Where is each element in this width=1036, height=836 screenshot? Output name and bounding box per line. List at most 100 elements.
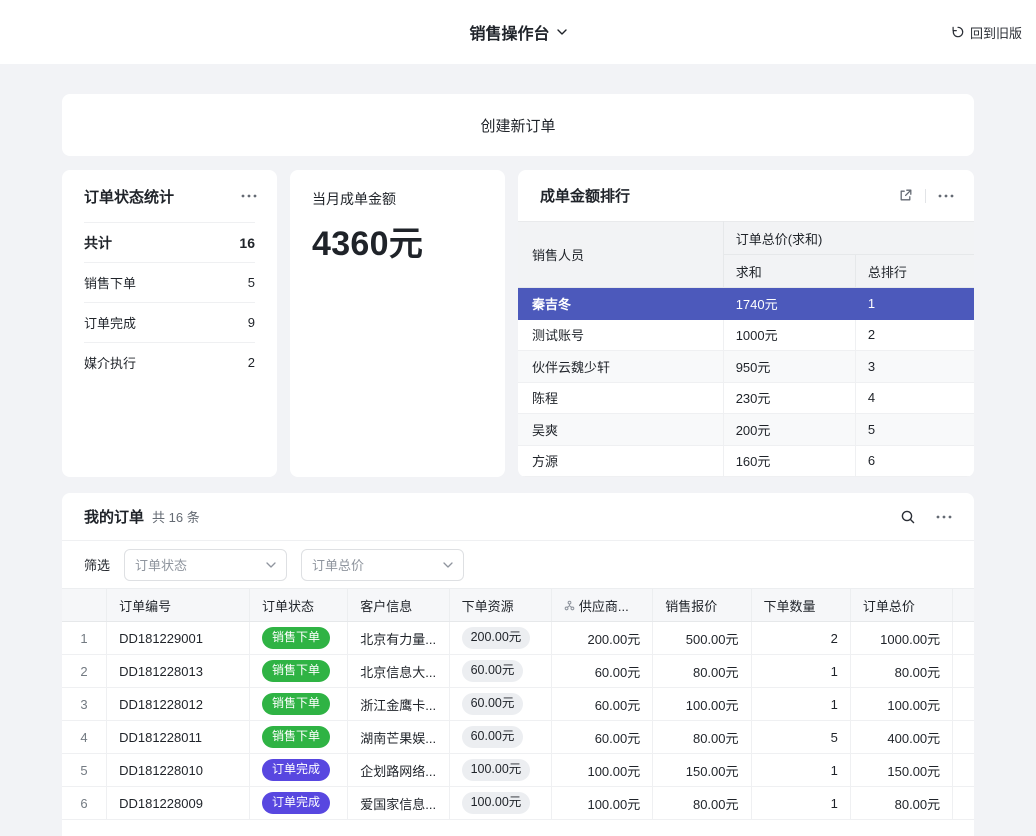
ranking-row: 陈程 230元 4	[518, 382, 974, 414]
status-row-media-execute[interactable]: 媒介执行 2	[84, 342, 255, 382]
my-orders-card: 我的订单 共 16 条 筛选 订单状态 订单总价	[62, 493, 974, 836]
salesperson-name: 陈程	[518, 382, 723, 414]
back-to-old-version-link[interactable]: 回到旧版	[951, 0, 1022, 64]
select-placeholder: 订单总价	[312, 555, 364, 574]
row-number: 1	[62, 622, 107, 655]
lookup-field-icon	[564, 600, 575, 611]
order-row[interactable]: 6 DD181228009 订单完成 爱国家信息... 100.00元 100.…	[62, 787, 974, 820]
qty-cell: 1	[751, 787, 850, 820]
more-icon[interactable]	[241, 194, 257, 198]
cutoff-cell	[953, 721, 974, 754]
customer-cell: 北京有力量...	[348, 622, 449, 655]
total-cell: 80.00元	[850, 787, 952, 820]
cutoff-cell	[953, 622, 974, 655]
status-row-sales-order[interactable]: 销售下单 5	[84, 262, 255, 302]
card-title: 订单状态统计	[84, 186, 174, 207]
status-value: 2	[248, 355, 255, 370]
status-badge: 订单完成	[262, 792, 330, 814]
rank-value: 4	[855, 382, 974, 414]
cutoff-cell	[953, 754, 974, 787]
status-row-total[interactable]: 共计 16	[84, 222, 255, 262]
orders-count: 共 16 条	[152, 507, 200, 526]
qty-cell: 2	[751, 622, 850, 655]
ranking-card: 成单金额排行 销售人员	[518, 170, 974, 477]
select-placeholder: 订单状态	[135, 555, 187, 574]
card-header: 订单状态统计	[62, 170, 277, 222]
total-cell: 80.00元	[850, 655, 952, 688]
sum-value: 1740元	[723, 288, 855, 320]
order-no: DD181228012	[107, 688, 250, 721]
status-rows: 共计 16 销售下单 5 订单完成 9 媒介执行 2	[62, 222, 277, 382]
status-row-order-complete[interactable]: 订单完成 9	[84, 302, 255, 342]
customer-cell: 浙江金鹰卡...	[348, 688, 449, 721]
order-row[interactable]: 1 DD181229001 销售下单 北京有力量... 200.00元 200.…	[62, 622, 974, 655]
status-badge: 订单完成	[262, 759, 330, 781]
row-number: 3	[62, 688, 107, 721]
customer-cell: 湖南芒果娱...	[348, 721, 449, 754]
col-header-total: 订单总价	[850, 589, 952, 622]
resource-tag: 100.00元	[462, 792, 531, 814]
order-status-filter-select[interactable]: 订单状态	[124, 549, 287, 581]
dashboard-content: 创建新订单 订单状态统计 共计 16 销售下单 5 订单完	[0, 64, 1036, 836]
row-number: 5	[62, 754, 107, 787]
sum-value: 230元	[723, 382, 855, 414]
resource-tag: 60.00元	[462, 693, 524, 715]
order-row[interactable]: 2 DD181228013 销售下单 北京信息大... 60.00元 60.00…	[62, 655, 974, 688]
top-header: 销售操作台 回到旧版	[0, 0, 1036, 64]
create-order-label: 创建新订单	[480, 115, 555, 136]
card-title: 我的订单	[84, 506, 144, 527]
status-badge: 销售下单	[262, 627, 330, 649]
col-header-rank: 总排行	[855, 255, 974, 288]
ranking-row: 测试账号 1000元 2	[518, 319, 974, 351]
search-icon[interactable]	[900, 509, 916, 525]
order-no: DD181228009	[107, 787, 250, 820]
chevron-down-icon	[266, 562, 276, 568]
row-number: 2	[62, 655, 107, 688]
sum-value: 160元	[723, 445, 855, 477]
quote-cell: 80.00元	[653, 787, 751, 820]
create-order-button[interactable]: 创建新订单	[62, 94, 974, 156]
customer-cell: 北京信息大...	[348, 655, 449, 688]
order-row[interactable]: 3 DD181228012 销售下单 浙江金鹰卡... 60.00元 60.00…	[62, 688, 974, 721]
order-row[interactable]: 5 DD181228010 订单完成 企划路网络... 100.00元 100.…	[62, 754, 974, 787]
resource-tag: 60.00元	[462, 660, 524, 682]
resource-tag: 200.00元	[462, 627, 531, 649]
ranking-row: 吴爽 200元 5	[518, 414, 974, 446]
qty-cell: 1	[751, 655, 850, 688]
sum-value: 1000元	[723, 319, 855, 351]
quote-cell: 80.00元	[653, 655, 751, 688]
ranking-row: 伙伴云魏少轩 950元 3	[518, 351, 974, 383]
col-header-customer: 客户信息	[348, 589, 449, 622]
col-header-order-no: 订单编号	[107, 589, 250, 622]
salesperson-name: 吴爽	[518, 414, 723, 446]
col-header-quote: 销售报价	[653, 589, 751, 622]
chevron-down-icon	[443, 562, 453, 568]
workspace-title-dropdown[interactable]: 销售操作台	[469, 20, 566, 44]
more-icon[interactable]	[936, 515, 952, 519]
col-header-cutoff	[953, 589, 974, 622]
orders-table: 订单编号 订单状态 客户信息 下单资源 供应商... 销售报价 下单数量	[62, 588, 974, 820]
supplier-cell: 60.00元	[551, 655, 652, 688]
status-value: 9	[248, 315, 255, 330]
orders-title-wrap: 我的订单 共 16 条	[84, 506, 200, 527]
resource-tag: 100.00元	[462, 759, 531, 781]
monthly-amount-card: 当月成单金额 4360元	[290, 170, 505, 477]
order-total-filter-select[interactable]: 订单总价	[301, 549, 464, 581]
supplier-cell: 100.00元	[551, 754, 652, 787]
row-number: 4	[62, 721, 107, 754]
stats-cards-row: 订单状态统计 共计 16 销售下单 5 订单完成 9	[62, 170, 974, 477]
qty-cell: 1	[751, 754, 850, 787]
order-no: DD181228011	[107, 721, 250, 754]
rank-value: 2	[855, 319, 974, 351]
order-row[interactable]: 4 DD181228011 销售下单 湖南芒果娱... 60.00元 60.00…	[62, 721, 974, 754]
orders-card-header: 我的订单 共 16 条	[62, 493, 974, 541]
export-icon[interactable]	[898, 188, 913, 203]
quote-cell: 150.00元	[653, 754, 751, 787]
supplier-cell: 60.00元	[551, 721, 652, 754]
orders-header-row: 订单编号 订单状态 客户信息 下单资源 供应商... 销售报价 下单数量	[62, 589, 974, 622]
cutoff-cell	[953, 787, 974, 820]
salesperson-name: 方源	[518, 445, 723, 477]
customer-cell: 爱国家信息...	[348, 787, 449, 820]
salesperson-name: 秦吉冬	[518, 288, 723, 320]
more-icon[interactable]	[938, 194, 954, 198]
